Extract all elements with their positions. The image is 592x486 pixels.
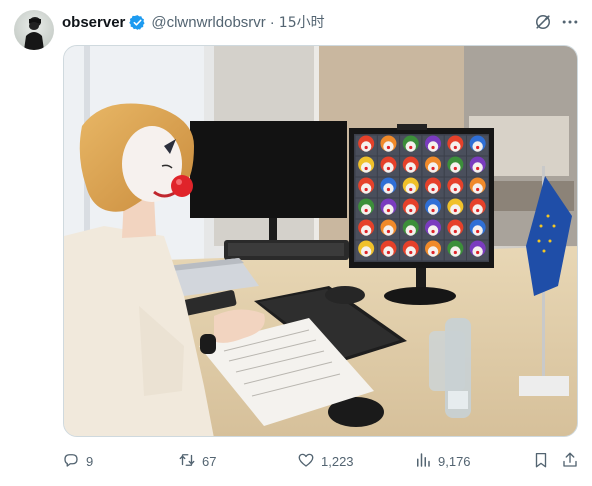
views-button[interactable]: 9,176 (414, 448, 471, 474)
display-name[interactable]: observer (62, 14, 125, 31)
more-icon[interactable] (559, 11, 581, 33)
reply-icon (62, 451, 80, 472)
tweet-header: observer @clwnwrldobsrvr · 15小时 (62, 12, 325, 32)
grok-icon[interactable] (532, 11, 554, 33)
retweet-button[interactable]: 67 (178, 448, 216, 474)
like-button[interactable]: 1,223 (297, 448, 354, 474)
share-icon (561, 451, 579, 472)
like-icon (297, 451, 315, 472)
retweet-icon (178, 451, 196, 472)
user-handle[interactable]: @clwnwrldobsrvr (151, 14, 265, 31)
reply-count: 9 (86, 453, 94, 469)
views-icon (414, 451, 432, 472)
views-count: 9,176 (438, 453, 471, 469)
retweet-count: 67 (202, 453, 217, 469)
avatar[interactable] (14, 10, 54, 50)
like-count: 1,223 (321, 453, 354, 469)
reply-button[interactable]: 9 (62, 448, 93, 474)
tweet: observer @clwnwrldobsrvr · 15小时 9 67 1,2… (0, 0, 592, 486)
tweet-media-image[interactable] (63, 45, 578, 437)
bookmark-icon (532, 451, 550, 472)
bookmark-button[interactable] (532, 448, 550, 474)
separator-dot: · (269, 13, 275, 31)
tweet-actions: 9 67 1,223 9,176 (0, 448, 592, 474)
verified-badge-icon (129, 14, 146, 31)
share-button[interactable] (561, 448, 579, 474)
timestamp[interactable]: 15小时 (279, 12, 325, 32)
